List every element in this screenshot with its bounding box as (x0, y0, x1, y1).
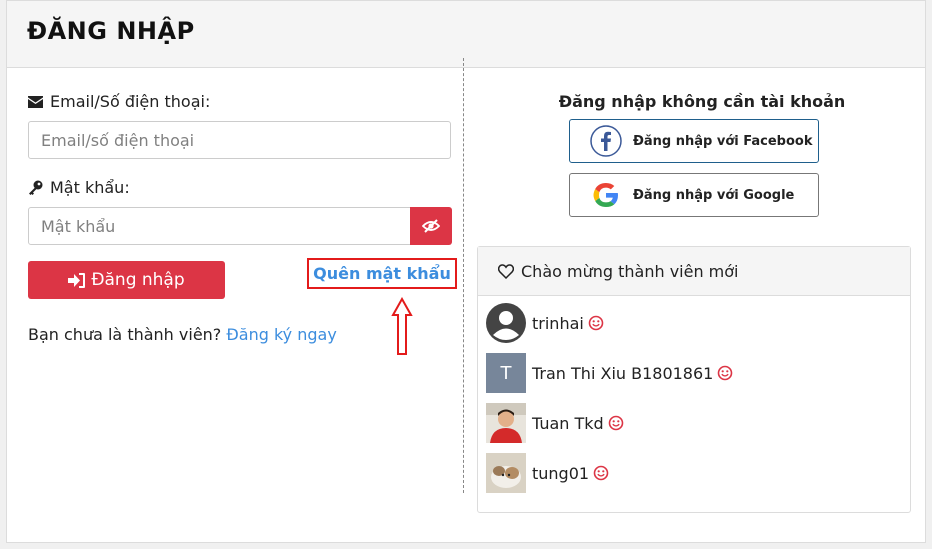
member-name: Tuan Tkd (532, 413, 604, 433)
member-item[interactable]: T Tran Thi Xiu B1801861 (486, 353, 733, 393)
column-divider (463, 58, 464, 493)
member-item[interactable]: trinhai (486, 303, 604, 343)
toggle-password-button[interactable] (410, 207, 452, 245)
forgot-password-link[interactable]: Quên mật khẩu (313, 264, 451, 283)
forgot-password-highlight: Quên mật khẩu (307, 258, 457, 289)
social-login-title: Đăng nhập không cần tài khoản (558, 92, 846, 111)
member-item[interactable]: Tuan Tkd (486, 403, 624, 443)
google-login-label: Đăng nhập với Google (633, 187, 795, 203)
password-input[interactable] (28, 207, 411, 245)
member-name: trinhai (532, 313, 584, 333)
signup-link[interactable]: Đăng ký ngay (226, 325, 336, 344)
letter-avatar: T (486, 353, 526, 393)
member-item[interactable]: tung01 (486, 453, 609, 493)
heart-outline-icon (498, 263, 514, 279)
password-label-text: Mật khẩu: (50, 178, 130, 197)
facebook-icon (590, 125, 622, 157)
google-icon (590, 179, 622, 211)
smile-icon (588, 315, 604, 331)
signup-prompt-text: Bạn chưa là thành viên? (28, 325, 222, 344)
facebook-login-label: Đăng nhập với Facebook (633, 133, 813, 149)
email-label: Email/Số điện thoại: (28, 92, 210, 111)
login-card: ĐĂNG NHẬP Email/Số điện thoại: Mật khẩu: (6, 0, 926, 543)
smile-icon (717, 365, 733, 381)
avatar-initial: T (500, 362, 512, 384)
new-members-panel: Chào mừng thành viên mới trinhai T Tran … (477, 246, 911, 513)
default-user-avatar-icon (486, 303, 526, 343)
signup-prompt: Bạn chưa là thành viên? Đăng ký ngay (28, 325, 337, 344)
login-button[interactable]: Đăng nhập (28, 261, 225, 299)
photo-avatar (486, 403, 526, 443)
member-name: Tran Thi Xiu B1801861 (532, 363, 714, 383)
email-input[interactable] (28, 121, 451, 159)
photo-avatar (486, 453, 526, 493)
eye-slash-icon (422, 219, 440, 233)
up-arrow-annotation-icon (391, 297, 413, 355)
email-label-text: Email/Số điện thoại: (50, 92, 211, 111)
smile-icon (608, 415, 624, 431)
login-button-label: Đăng nhập (91, 270, 185, 290)
key-icon (29, 180, 43, 195)
password-label: Mật khẩu: (28, 178, 130, 197)
new-members-header: Chào mừng thành viên mới (478, 247, 910, 296)
facebook-login-button[interactable]: Đăng nhập với Facebook (569, 119, 819, 163)
sign-in-icon (68, 272, 86, 288)
smile-icon (593, 465, 609, 481)
card-header: ĐĂNG NHẬP (7, 1, 925, 68)
member-name: tung01 (532, 463, 590, 483)
new-members-title: Chào mừng thành viên mới (521, 261, 739, 281)
google-login-button[interactable]: Đăng nhập với Google (569, 173, 819, 217)
envelope-icon (28, 95, 43, 108)
page-title: ĐĂNG NHẬP (27, 17, 195, 45)
